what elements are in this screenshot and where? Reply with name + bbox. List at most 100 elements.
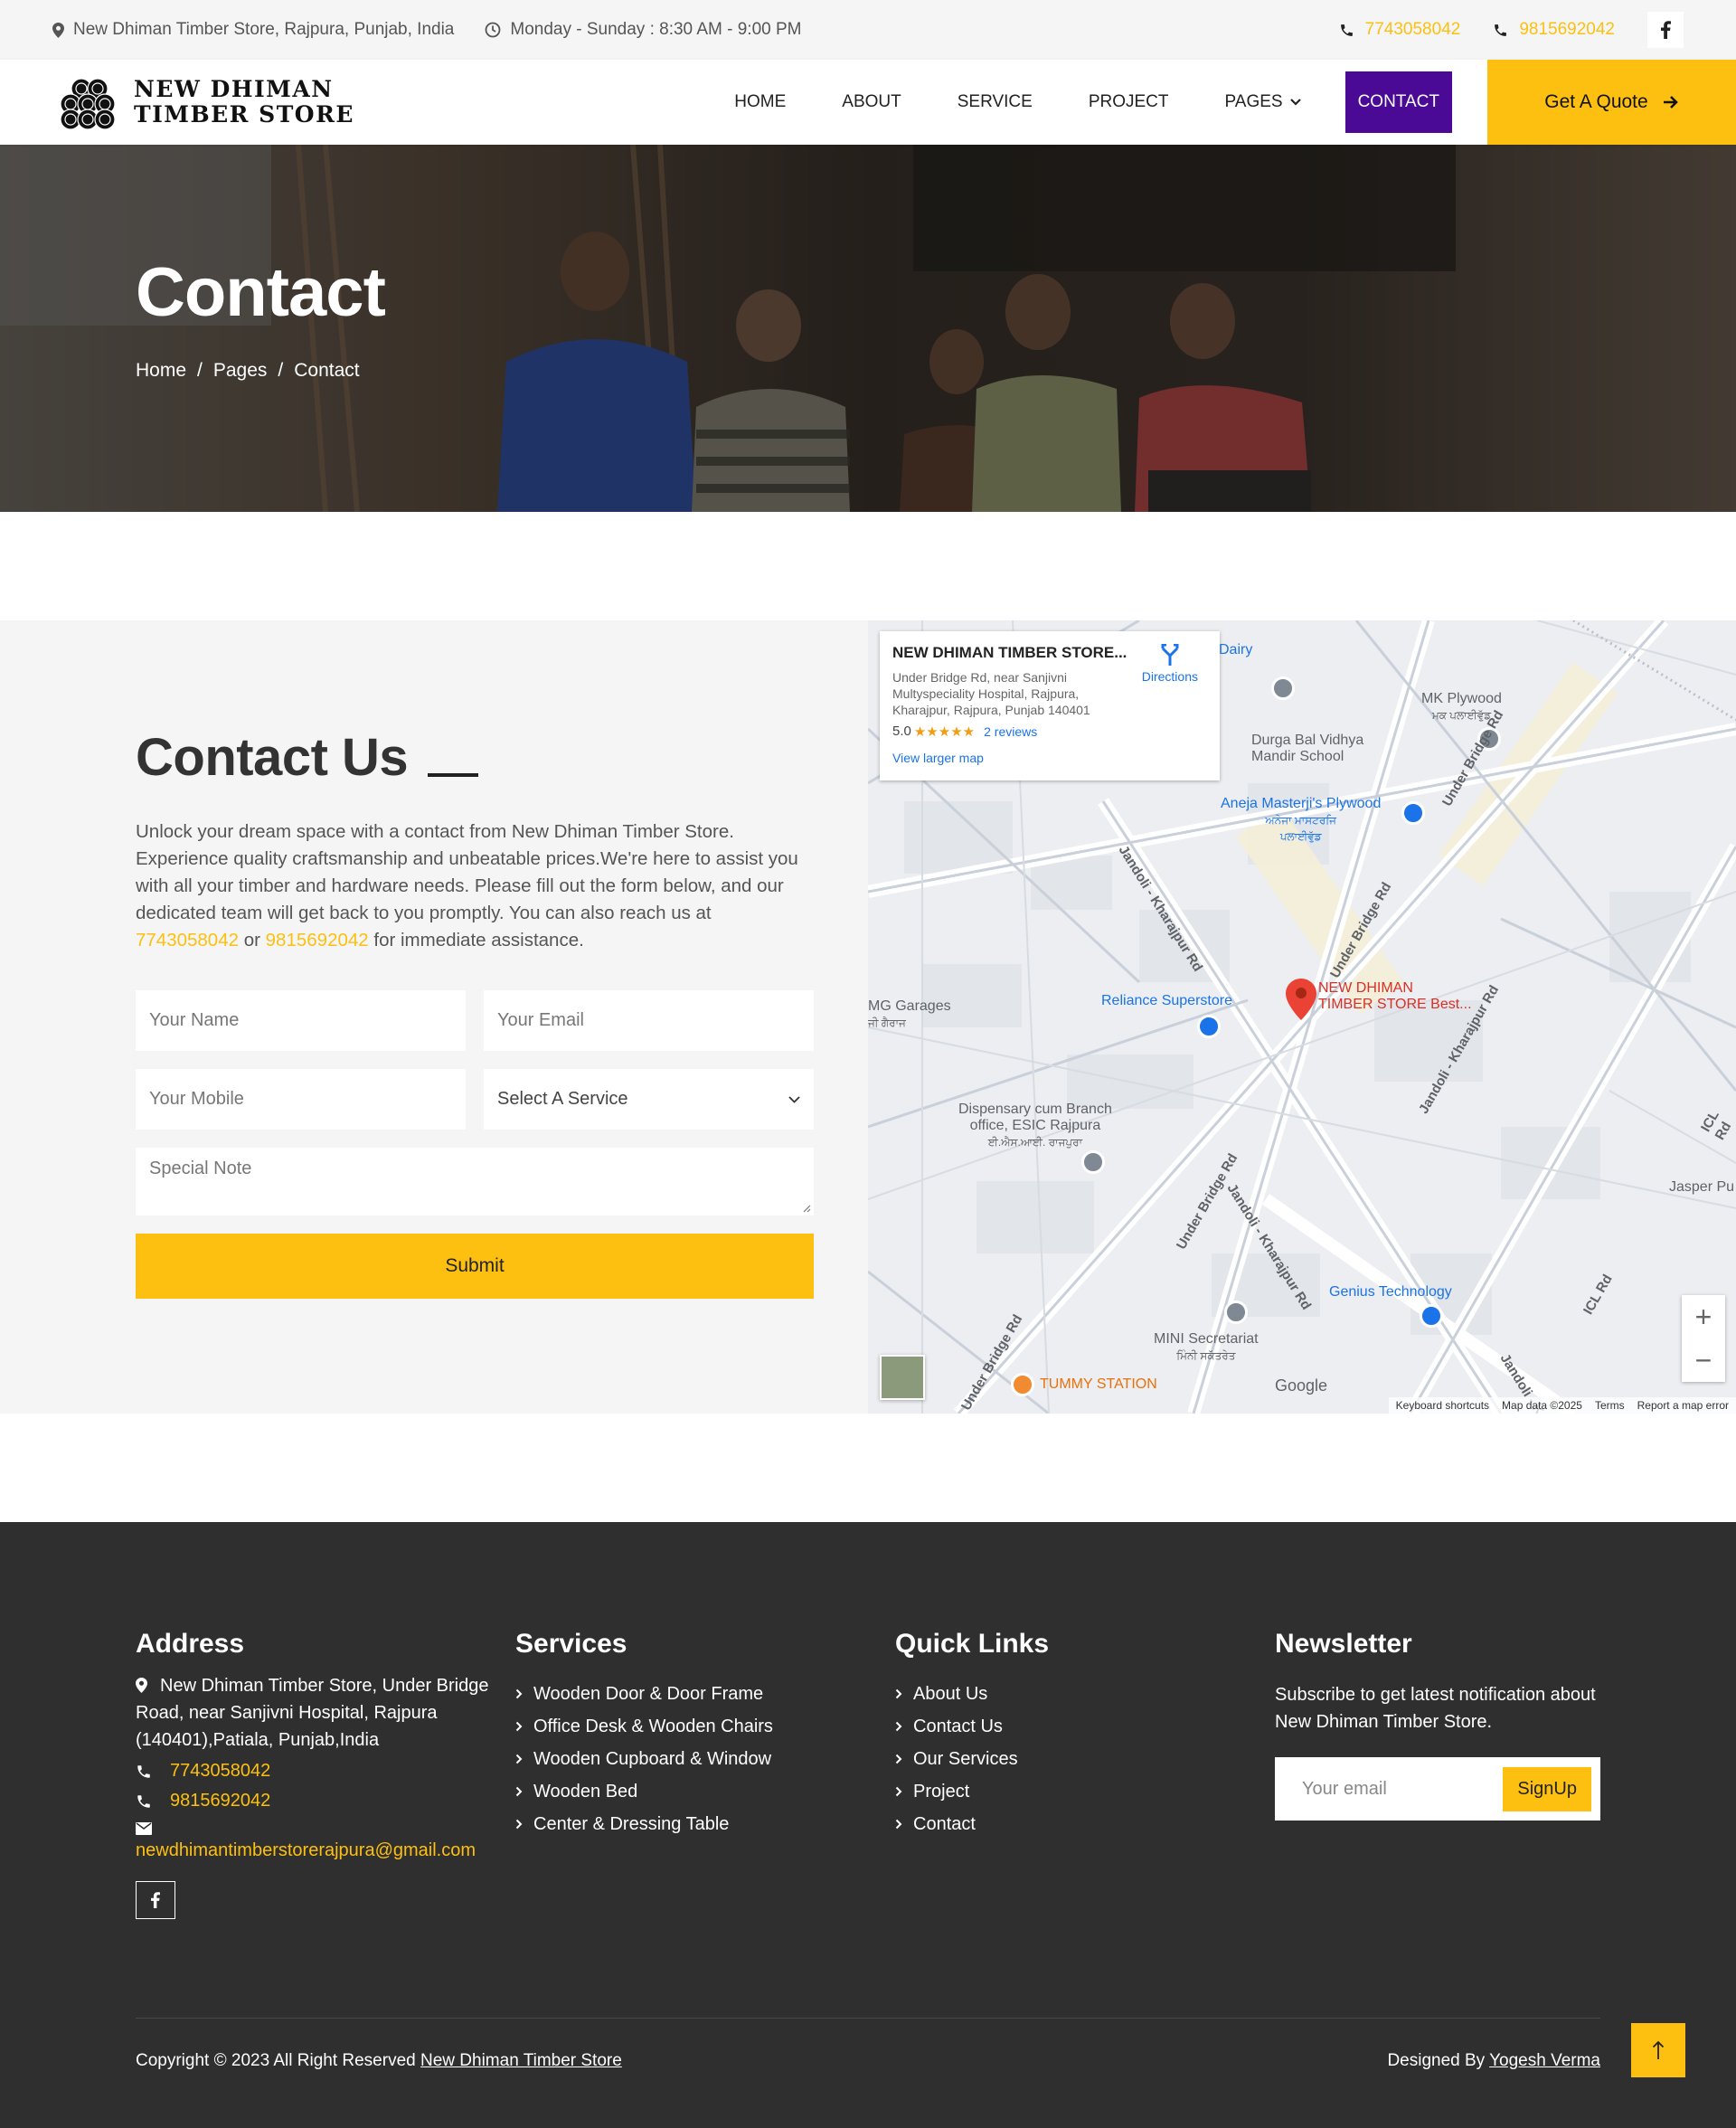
google-map[interactable]: NEW DHIMAN TIMBER STORE... Under Bridge … (868, 620, 1736, 1414)
zoom-out-button[interactable]: − (1682, 1338, 1725, 1382)
map-pin-icon (136, 1678, 147, 1693)
map-label-genius[interactable]: Genius Technology (1329, 1284, 1452, 1300)
nav-pages-label: PAGES (1224, 92, 1283, 111)
map-label-esic-3: ਈ.ਐਸ.ਆਈ. ਰਾਜਪੁਰਾ (987, 1136, 1083, 1149)
copyright-link[interactable]: New Dhiman Timber Store (420, 2051, 622, 2070)
footer-link-item[interactable]: Contact Us (895, 1710, 1275, 1743)
footer-address-text: New Dhiman Timber Store, Under Bridge Ro… (136, 1676, 489, 1750)
clock-icon (485, 22, 501, 38)
map-place-card: NEW DHIMAN TIMBER STORE... Under Bridge … (880, 631, 1220, 780)
keyboard-shortcuts-link[interactable]: Keyboard shortcuts (1396, 1399, 1489, 1412)
footer-email[interactable]: newdhimantimberstorerajpura@gmail.com (136, 1822, 515, 1861)
nav-home[interactable]: HOME (734, 92, 786, 112)
map-poi-icon[interactable] (1081, 1150, 1105, 1174)
mobile-input-placeholder: Your Mobile (149, 1089, 244, 1109)
map-label-tummy[interactable]: TUMMY STATION (1040, 1376, 1157, 1393)
breadcrumb-pages[interactable]: Pages (213, 360, 268, 382)
designer-link[interactable]: Yogesh Verma (1489, 2051, 1600, 2070)
footer-service-item[interactable]: Wooden Bed (515, 1775, 895, 1808)
map-label-pin-1: NEW DHIMAN (1318, 980, 1413, 996)
footer-service-item[interactable]: Office Desk & Wooden Chairs (515, 1710, 895, 1743)
map-terms-link[interactable]: Terms (1595, 1399, 1625, 1412)
topbar-phone-1-text: 7743058042 (1364, 20, 1461, 39)
satellite-toggle-button[interactable] (880, 1355, 925, 1400)
nav-project[interactable]: PROJECT (1089, 92, 1169, 112)
newsletter-email-input[interactable]: Your email (1302, 1779, 1387, 1800)
mobile-input[interactable]: Your Mobile (136, 1069, 466, 1130)
footer-service-item[interactable]: Wooden Door & Door Frame (515, 1678, 895, 1710)
map-label-mini-secretariat[interactable]: MINI Secretariat ਮਿੰਨੀ ਸਕੱਤਰੇਤ (1154, 1331, 1259, 1364)
nav-about[interactable]: ABOUT (842, 92, 901, 112)
map-reviews-link[interactable]: 2 reviews (984, 724, 1037, 739)
restaurant-icon[interactable] (1011, 1373, 1034, 1396)
contact-intro-or: or (243, 930, 260, 951)
footer-service-label: Wooden Door & Door Frame (533, 1683, 764, 1704)
get-a-quote-button[interactable]: Get A Quote (1487, 60, 1736, 145)
government-building-icon[interactable] (1224, 1300, 1248, 1324)
chevron-right-icon (515, 1819, 523, 1830)
service-select[interactable]: Select A Service (484, 1069, 814, 1130)
footer-link-item[interactable]: Our Services (895, 1743, 1275, 1775)
footer-links-list: About Us Contact Us Our Services Project… (895, 1678, 1275, 1840)
view-larger-map-link[interactable]: View larger map (892, 751, 1207, 765)
map-label-aneja-pa2: ਪਲਾਈਵੁੱਡ (1279, 830, 1322, 843)
site-logo[interactable]: NEW DHIMAN TIMBER STORE (58, 74, 354, 130)
map-label-mg-garages[interactable]: MG Garages ਜੀ ਗੈਰਾਜ (868, 998, 951, 1031)
email-input[interactable]: Your Email (484, 990, 814, 1051)
shopping-cart-icon[interactable] (1197, 1015, 1221, 1038)
topbar-phone-1[interactable]: 7743058042 (1339, 20, 1461, 40)
shopping-bag-icon[interactable] (1420, 1304, 1443, 1328)
email-input-placeholder: Your Email (497, 1010, 584, 1030)
footer-phone-1[interactable]: 7743058042 (136, 1761, 515, 1782)
footer-phone-1-text: 7743058042 (170, 1761, 271, 1781)
breadcrumb-separator: / (278, 360, 284, 381)
zoom-in-button[interactable]: + (1682, 1295, 1725, 1338)
shopping-bag-icon[interactable] (1401, 801, 1425, 825)
footer-link-label: Contact (913, 1813, 976, 1834)
footer-address-column: Address New Dhiman Timber Store, Under B… (136, 1629, 515, 1919)
map-label-aneja-en: Aneja Masterji's Plywood (1221, 796, 1382, 811)
arrow-up-icon (1652, 2040, 1665, 2060)
topbar-phone-2[interactable]: 9815692042 (1493, 20, 1615, 40)
report-map-error-link[interactable]: Report a map error (1637, 1399, 1729, 1412)
topbar-facebook-button[interactable] (1647, 12, 1684, 48)
back-to-top-button[interactable] (1631, 2023, 1685, 2077)
directions-button[interactable]: Directions (1142, 644, 1198, 684)
phone-icon (136, 1764, 152, 1780)
nav-contact[interactable]: CONTACT (1344, 71, 1452, 133)
footer-link-item[interactable]: Project (895, 1775, 1275, 1808)
footer-newsletter-text: Subscribe to get latest notification abo… (1275, 1685, 1596, 1732)
footer-service-item[interactable]: Center & Dressing Table (515, 1808, 895, 1840)
contact-intro-phone-2[interactable]: 9815692042 (266, 930, 369, 951)
map-label-durga-school[interactable]: Durga Bal Vidhya Mandir School (1251, 733, 1363, 765)
footer-phone-2-text: 9815692042 (170, 1791, 271, 1811)
footer-link-label: Our Services (913, 1748, 1018, 1769)
map-poi-icon[interactable] (1271, 676, 1295, 700)
map-label-aneja-plywood[interactable]: Aneja Masterji's Plywood ਅਨੇਜਾ ਮਾਸਟਰਜਿ ਪਲਾ… (1221, 796, 1381, 845)
breadcrumb-home[interactable]: Home (136, 360, 186, 382)
footer-phone-2[interactable]: 9815692042 (136, 1791, 515, 1811)
footer-designer-credit: Designed By Yogesh Verma (1387, 2051, 1600, 2071)
map-label-mk-plywood-en: MK Plywood (1421, 691, 1502, 706)
name-input[interactable]: Your Name (136, 990, 466, 1051)
resize-handle-icon[interactable] (802, 1204, 811, 1213)
footer-link-item[interactable]: About Us (895, 1678, 1275, 1710)
nav-service[interactable]: SERVICE (958, 92, 1033, 112)
footer-service-label: Center & Dressing Table (533, 1813, 730, 1834)
topbar-hours-text: Monday - Sunday : 8:30 AM - 9:00 PM (510, 20, 802, 39)
contact-intro-phone-1[interactable]: 7743058042 (136, 930, 239, 951)
footer-newsletter-title: Newsletter (1275, 1629, 1412, 1659)
footer-facebook-button[interactable] (136, 1881, 175, 1919)
special-note-textarea[interactable]: Special Note (136, 1148, 814, 1215)
submit-button[interactable]: Submit (136, 1234, 814, 1299)
nav-pages[interactable]: PAGES (1225, 92, 1301, 112)
map-marker-pin-icon[interactable] (1286, 979, 1316, 1020)
footer-link-item[interactable]: Contact (895, 1808, 1275, 1840)
footer-service-item[interactable]: Wooden Cupboard & Window (515, 1743, 895, 1775)
map-label-reliance[interactable]: Reliance Superstore (1101, 993, 1232, 1009)
newsletter-signup-button[interactable]: SignUp (1503, 1766, 1591, 1811)
map-label-esic[interactable]: Dispensary cum Branch office, ESIC Rajpur… (958, 1102, 1112, 1150)
map-label-jasper: Jasper Pu (1669, 1179, 1735, 1195)
footer-services-column: Services Wooden Door & Door Frame Office… (515, 1629, 895, 1840)
map-label-dhiman-pin[interactable]: NEW DHIMAN TIMBER STORE Best... (1318, 980, 1472, 1013)
